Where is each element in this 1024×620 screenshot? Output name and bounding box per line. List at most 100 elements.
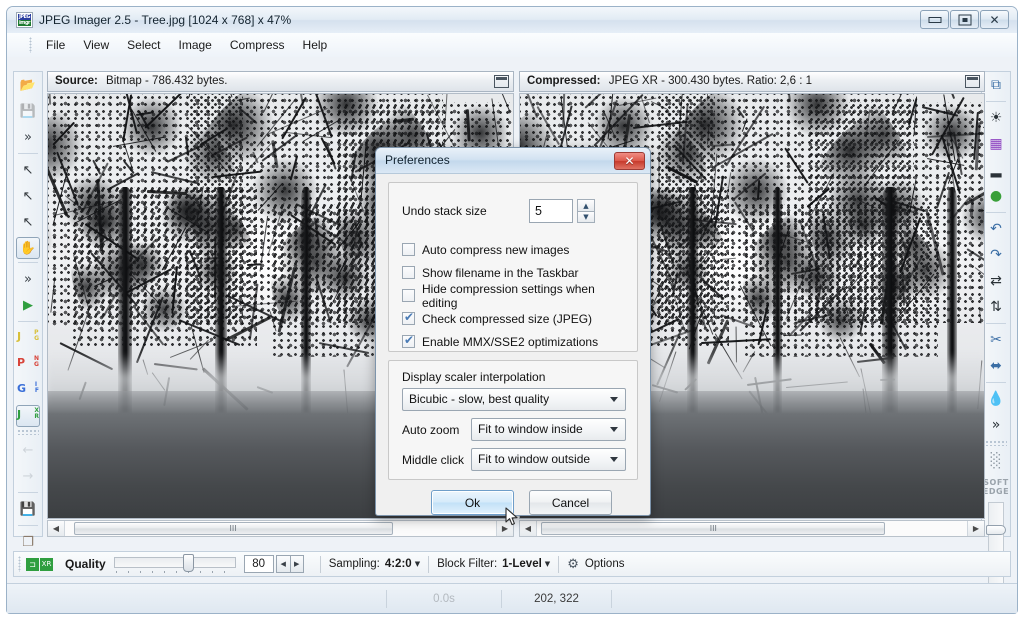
hide-compression-settings-checkbox[interactable] — [402, 289, 415, 302]
noise-texture-button[interactable]: ░ — [982, 448, 1010, 474]
compress-now-icon: ▶ — [23, 297, 33, 313]
rectangle-select-tool[interactable]: ↖ — [14, 157, 42, 183]
quality-slider[interactable] — [113, 554, 236, 574]
blur-water-button[interactable]: 💧 — [982, 386, 1010, 412]
middle-click-select[interactable]: Fit to window outside — [471, 448, 626, 471]
close-button[interactable]: ✕ — [980, 10, 1009, 29]
check-compressed-size-checkbox[interactable] — [402, 310, 415, 325]
compressed-scroll-thumb[interactable]: III — [541, 522, 886, 535]
window-title: JPEG Imager 2.5 - Tree.jpg [1024 x 768] … — [39, 13, 292, 27]
quality-decrement-icon[interactable]: ◀ — [275, 555, 290, 573]
checkbox-row-hide-compression-settings[interactable]: Hide compression settings when editing — [402, 282, 629, 310]
more-effects-button[interactable]: » — [982, 412, 1010, 438]
histogram-button[interactable]: ▂ — [982, 157, 1010, 183]
interpolation-select[interactable]: Bicubic - slow, best quality — [402, 388, 626, 411]
preferences-dialog: Preferences ✕ Undo stack size 5 ▲ ▼ Auto… — [375, 147, 651, 516]
rotate-left-icon: ↶ — [990, 221, 1002, 237]
compressed-horizontal-scrollbar[interactable]: ◀ III ▶ — [519, 520, 985, 537]
format-jpg-button-glyph: JPG — [17, 329, 39, 344]
compress-now-button[interactable]: ▶ — [14, 292, 42, 318]
menu-item-view[interactable]: View — [74, 33, 118, 57]
ok-button[interactable]: Ok — [431, 490, 514, 515]
color-wheel-button[interactable]: ● — [982, 183, 1010, 209]
minimize-button[interactable] — [920, 10, 949, 29]
export-image-button[interactable]: 💾 — [14, 496, 42, 522]
auto-compress-new-images-checkbox[interactable] — [402, 243, 415, 256]
resize-image-button[interactable]: ⬌ — [982, 353, 1010, 379]
brightness-contrast-button[interactable]: ☀ — [982, 105, 1010, 131]
checkbox-row-auto-compress-new-images[interactable]: Auto compress new images — [402, 239, 629, 260]
previous-image-icon: ← — [22, 442, 34, 458]
quality-slider-thumb[interactable] — [182, 554, 194, 572]
gear-icon[interactable]: ⚙ — [567, 557, 579, 572]
pan-hand-tool[interactable]: ✋ — [16, 237, 40, 259]
flip-vertical-button[interactable]: ⇅ — [982, 294, 1010, 320]
toolbar-separator — [986, 382, 1006, 383]
format-jxr-button[interactable]: JXR — [16, 405, 40, 427]
scroll-left-arrow-icon[interactable]: ◀ — [48, 521, 65, 536]
compressed-scroll-track[interactable]: III — [537, 521, 967, 536]
menu-item-select[interactable]: Select — [118, 33, 169, 57]
flip-horizontal-button[interactable]: ⇄ — [982, 268, 1010, 294]
more-file-actions[interactable]: » — [14, 124, 42, 150]
more-select-actions[interactable]: » — [14, 266, 42, 292]
restore-button[interactable] — [950, 10, 979, 29]
quality-stepper[interactable]: ◀ ▶ — [275, 555, 304, 573]
undo-stack-size-input[interactable]: 5 — [529, 199, 573, 223]
sampling-label: Sampling: — [328, 558, 380, 570]
format-png-button-glyph: PNG — [17, 355, 39, 370]
batch-process-icon: ❐ — [22, 534, 34, 550]
menu-item-image[interactable]: Image — [170, 33, 221, 57]
spinner-down-icon[interactable]: ▼ — [577, 211, 595, 223]
close-icon: ✕ — [624, 154, 635, 168]
block-filter-chevron-down-icon[interactable]: ▼ — [545, 560, 550, 568]
spinner-up-icon[interactable]: ▲ — [577, 199, 595, 211]
sampling-chevron-down-icon[interactable]: ▼ — [415, 560, 420, 568]
checkbox-row-enable-mmx-sse2[interactable]: Enable MMX/SSE2 optimizations — [402, 331, 629, 352]
scroll-left-arrow-icon[interactable]: ◀ — [520, 521, 537, 536]
checkbox-row-show-filename-in-taskbar[interactable]: Show filename in the Taskbar — [402, 262, 629, 283]
toolbar-drag-grip[interactable] — [18, 556, 21, 572]
menu-item-help[interactable]: Help — [294, 33, 337, 57]
options-button[interactable]: Options — [585, 558, 625, 570]
pan-hand-icon: ✋ — [19, 240, 37, 256]
format-gif-button[interactable]: GIF — [14, 377, 42, 403]
lasso-select-tool[interactable]: ↖ — [14, 183, 42, 209]
copy-to-clipboard-button[interactable]: ⧉ — [982, 72, 1010, 98]
format-png-button[interactable]: PNG — [14, 351, 42, 377]
menu-item-file[interactable]: File — [37, 33, 74, 57]
sampling-value[interactable]: 4:2:0 — [385, 558, 412, 570]
show-filename-in-taskbar-checkbox[interactable] — [402, 266, 415, 279]
maximize-compressed-pane-button[interactable] — [965, 75, 980, 88]
soft-edge-slider-thumb[interactable] — [986, 525, 1006, 535]
source-scroll-track[interactable]: III — [65, 521, 496, 536]
format-jpg-button[interactable]: JPG — [14, 325, 42, 351]
cancel-button[interactable]: Cancel — [529, 490, 612, 515]
source-horizontal-scrollbar[interactable]: ◀ III ▶ — [47, 520, 514, 537]
block-filter-value[interactable]: 1-Level — [502, 558, 542, 570]
checkbox-row-check-compressed-size[interactable]: Check compressed size (JPEG) — [402, 308, 629, 329]
undo-stack-stepper[interactable]: ▲ ▼ — [577, 199, 595, 223]
scroll-right-arrow-icon[interactable]: ▶ — [967, 521, 984, 536]
soft-edge-label-line1: SOFT — [983, 478, 1009, 487]
source-scroll-thumb[interactable]: III — [73, 522, 393, 535]
rotate-left-button[interactable]: ↶ — [982, 216, 1010, 242]
menu-item-compress[interactable]: Compress — [221, 33, 294, 57]
magic-wand-select-tool[interactable]: ↖ — [14, 209, 42, 235]
format-gif-button-glyph: GIF — [17, 381, 39, 396]
quality-increment-icon[interactable]: ▶ — [289, 555, 304, 573]
scroll-right-arrow-icon[interactable]: ▶ — [496, 521, 513, 536]
quality-value-input[interactable]: 80 — [243, 555, 274, 573]
crop-button[interactable]: ✂ — [982, 327, 1010, 353]
close-dialog-button[interactable]: ✕ — [614, 152, 645, 170]
enable-mmx-sse2-checkbox[interactable] — [402, 333, 415, 348]
auto-zoom-select[interactable]: Fit to window inside — [471, 418, 626, 441]
open-file[interactable]: 📂 — [14, 72, 42, 98]
application-window: JPEG imgr JPEG Imager 2.5 - Tree.jpg [10… — [6, 6, 1018, 614]
toolbar-separator — [18, 262, 38, 263]
rotate-right-button[interactable]: ↷ — [982, 242, 1010, 268]
menu-drag-grip[interactable] — [29, 37, 32, 53]
maximize-source-pane-button[interactable] — [494, 75, 509, 88]
auto-zoom-select-value: Fit to window inside — [478, 422, 583, 436]
color-palette-button[interactable]: ▦ — [982, 131, 1010, 157]
